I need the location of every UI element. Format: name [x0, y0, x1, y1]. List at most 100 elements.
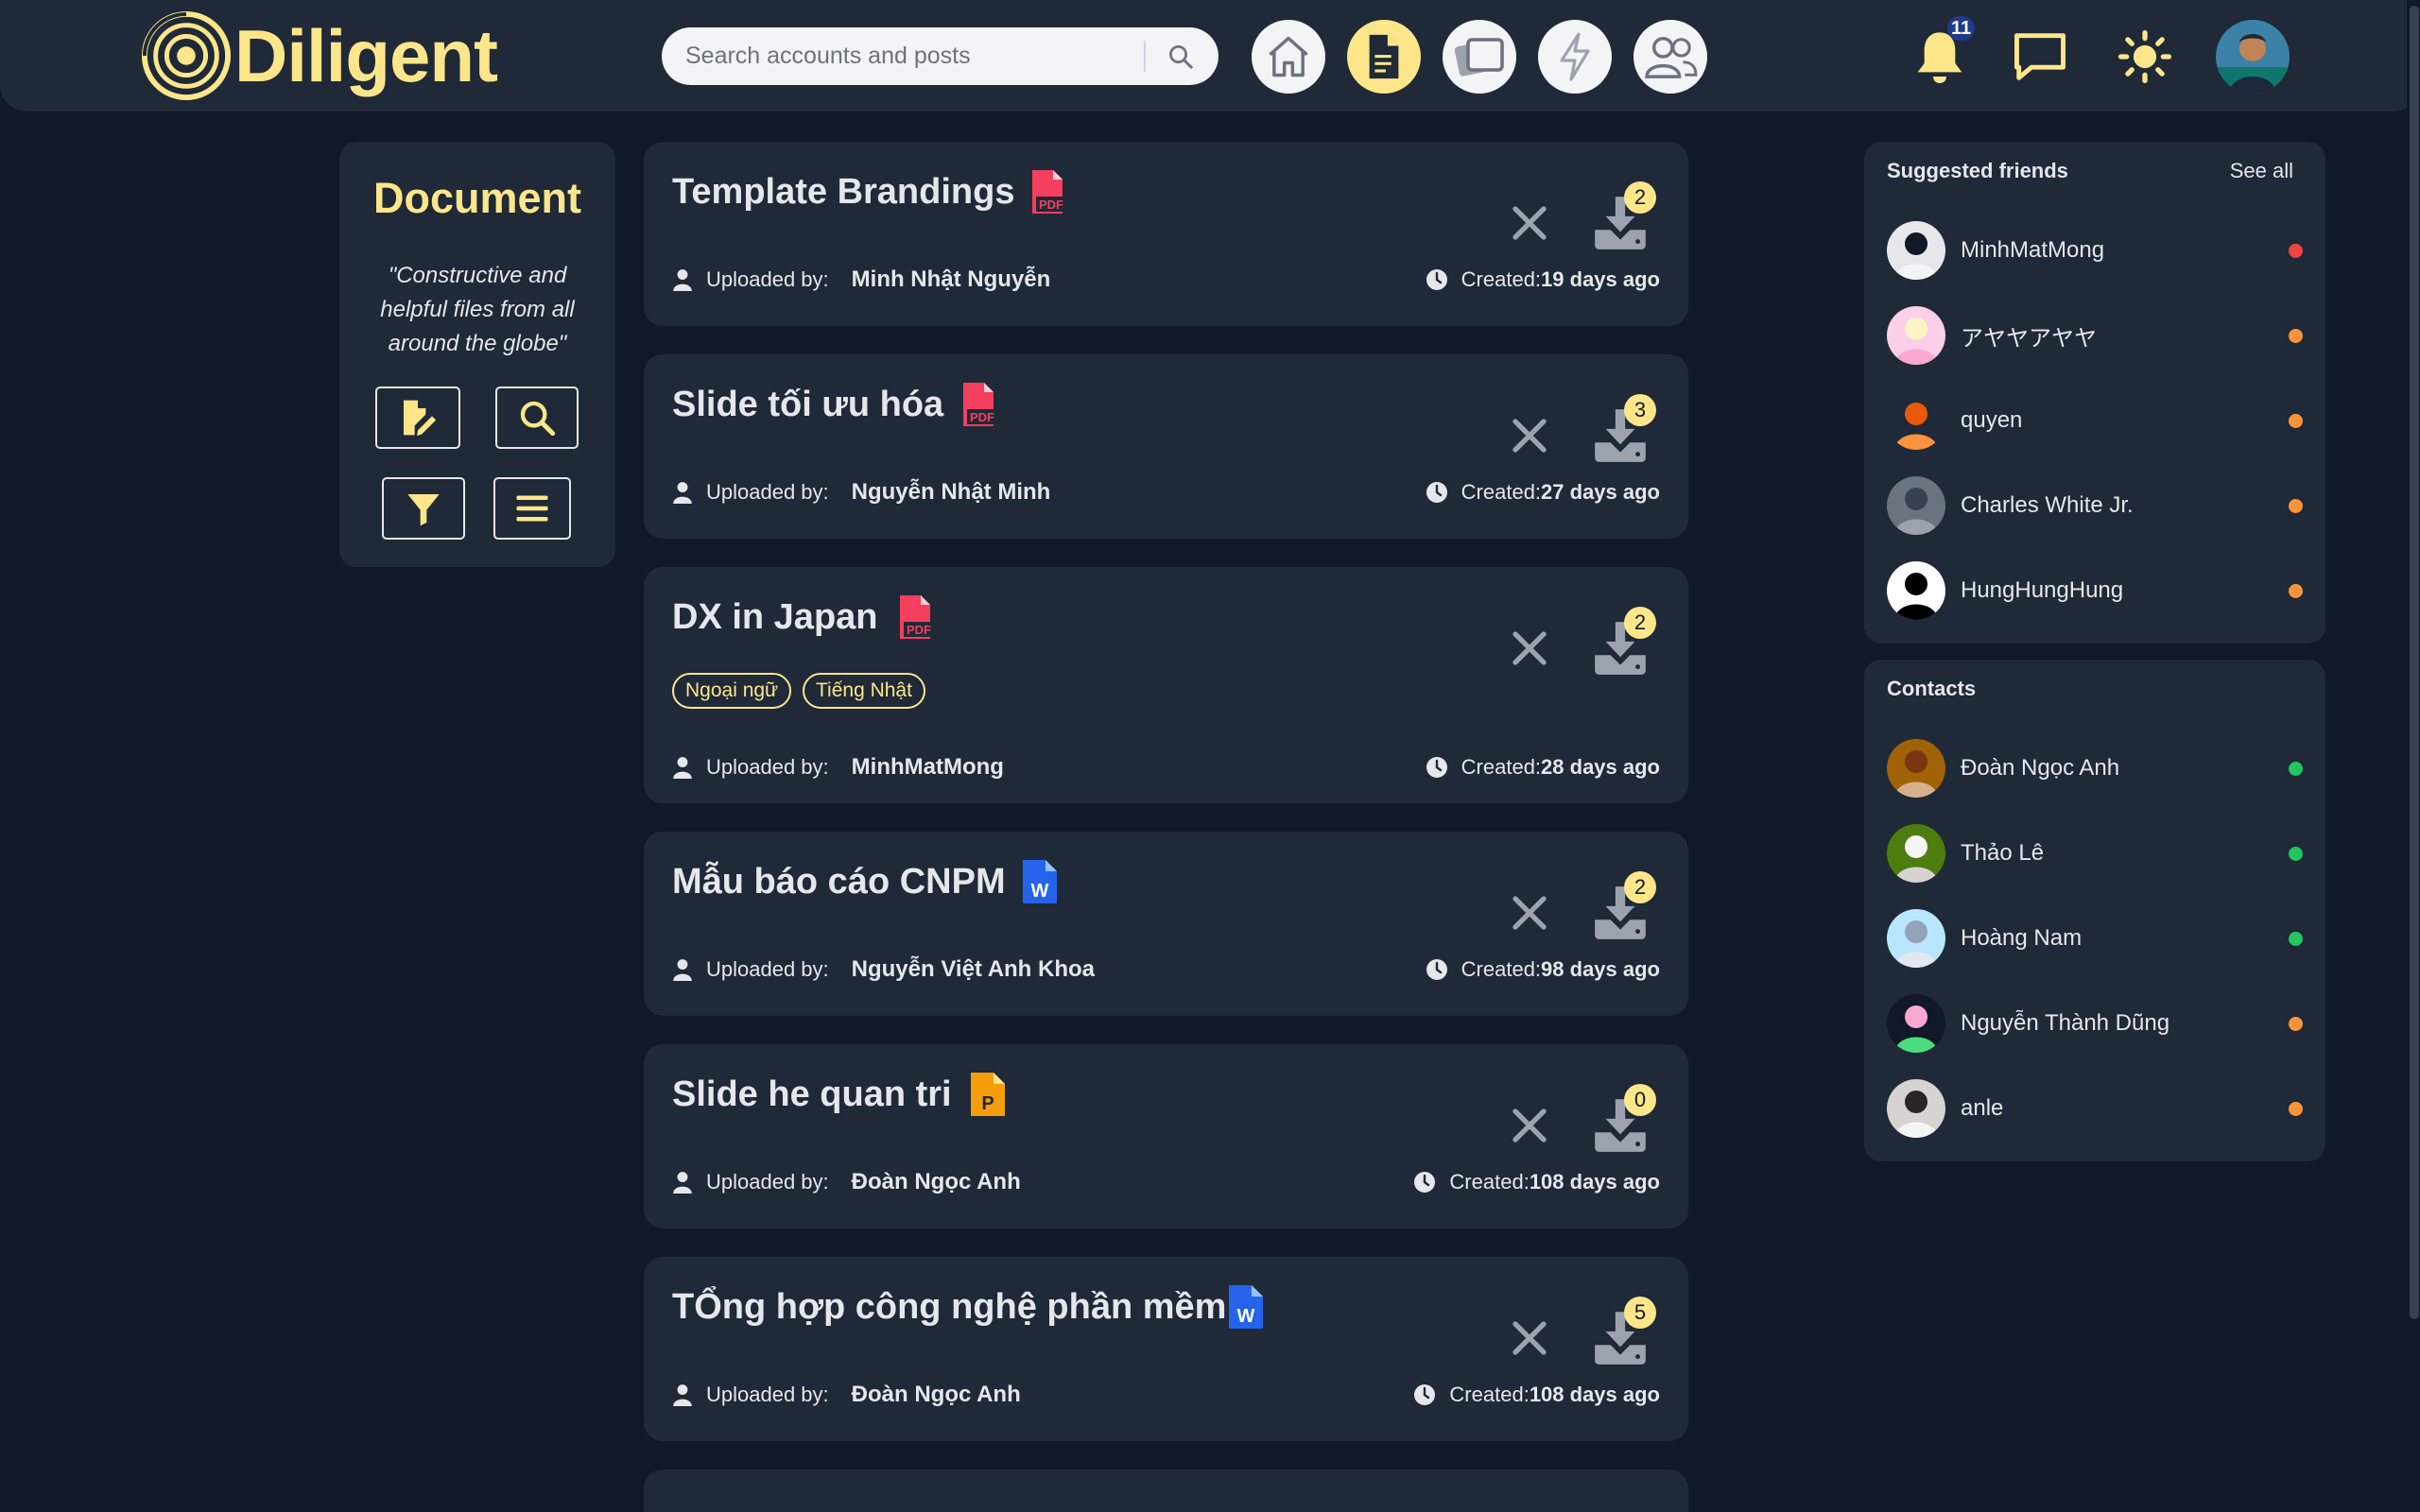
person-name[interactable]: Nguyễn Thành Dũng	[1961, 1010, 2169, 1037]
person-row[interactable]: HungHungHung	[1887, 560, 2303, 621]
svg-text:P: P	[981, 1093, 994, 1114]
uploaded-by-label: Uploaded by:	[706, 1170, 829, 1194]
nav-photos-button[interactable]	[1443, 20, 1516, 94]
user-avatar[interactable]	[2216, 20, 2290, 94]
status-dot	[2289, 328, 2303, 343]
document-tag[interactable]: Ngoại ngữ	[672, 673, 792, 709]
avatar-icon	[1887, 739, 1945, 798]
avatar[interactable]	[1887, 306, 1945, 365]
remove-document-button[interactable]	[1507, 890, 1552, 936]
person-row[interactable]: Charles White Jr.	[1887, 475, 2303, 536]
created-time: 98 days ago	[1541, 957, 1660, 981]
chat-icon	[2014, 33, 2066, 80]
created-info: Created: 108 days ago	[1413, 1167, 1660, 1197]
person-row[interactable]: Đoàn Ngọc Anh	[1887, 738, 2303, 799]
avatar[interactable]	[1887, 909, 1945, 968]
upload-document-button[interactable]	[375, 387, 460, 449]
remove-document-button[interactable]	[1507, 200, 1552, 246]
document-card[interactable]: TỔng hợp công nghệ phần mềm W 5 Uploaded by…	[644, 1257, 1688, 1441]
person-row[interactable]: Thảo Lê	[1887, 823, 2303, 884]
avatar[interactable]	[1887, 221, 1945, 280]
person-row[interactable]: アヤヤアヤヤ	[1887, 305, 2303, 366]
nav-activity-button[interactable]	[1538, 20, 1612, 94]
document-title[interactable]: Template Brandings	[672, 172, 1014, 213]
document-card[interactable]: Template Brandings PDF 2 Uploaded by: Minh N…	[644, 142, 1688, 326]
messages-button[interactable]	[2006, 23, 2074, 91]
avatar[interactable]	[1887, 994, 1945, 1053]
avatar[interactable]	[1887, 391, 1945, 450]
uploader-name[interactable]: Minh Nhật Nguyễn	[852, 266, 1051, 293]
avatar-icon	[1887, 306, 1945, 365]
person-name[interactable]: Đoàn Ngọc Anh	[1961, 755, 2119, 782]
uploader-name[interactable]: MinhMatMong	[852, 754, 1004, 781]
document-card[interactable]: Slide tối ưu hóa PDF 3 Uploaded by: Nguyễn N…	[644, 354, 1688, 539]
uploaded-by-label: Uploaded by:	[706, 267, 829, 291]
uploader-name[interactable]: Nguyễn Nhật Minh	[852, 479, 1051, 506]
file-type-badge: W	[1021, 858, 1059, 905]
nav-home-button[interactable]	[1252, 20, 1325, 94]
created-time: 19 days ago	[1541, 267, 1660, 291]
status-dot	[2289, 761, 2303, 776]
avatar[interactable]	[1887, 739, 1945, 798]
avatar[interactable]	[1887, 824, 1945, 883]
nav-friends-button[interactable]	[1634, 20, 1707, 94]
theme-toggle-button[interactable]	[2111, 23, 2179, 91]
search-button[interactable]	[1159, 39, 1202, 75]
avatar[interactable]	[1887, 1079, 1945, 1138]
person-row[interactable]: anle	[1887, 1078, 2303, 1139]
document-title[interactable]: Slide he quan tri	[672, 1074, 952, 1115]
person-name[interactable]: Thảo Lê	[1961, 840, 2044, 867]
person-name[interactable]: HungHungHung	[1961, 577, 2123, 604]
person-name[interactable]: Hoàng Nam	[1961, 925, 2082, 952]
person-row[interactable]: Hoàng Nam	[1887, 908, 2303, 969]
person-name[interactable]: MinhMatMong	[1961, 237, 2104, 264]
logo[interactable]: Diligent	[140, 8, 498, 104]
document-card[interactable]	[644, 1469, 1688, 1512]
created-label: Created:	[1461, 957, 1542, 981]
uploader-name[interactable]: Đoàn Ngọc Anh	[852, 1169, 1021, 1195]
scrollbar-thumb[interactable]	[2410, 6, 2419, 1319]
document-card[interactable]: DX in Japan PDF 2 Ngoại ngữ Tiếng Nhật Upload…	[644, 567, 1688, 803]
remove-document-button[interactable]	[1507, 413, 1552, 458]
filter-button[interactable]	[382, 477, 465, 540]
download-count-badge: 2	[1624, 181, 1656, 214]
suggested-friends-panel: Suggested friends See all MinhMatMong アヤヤ…	[1864, 142, 2325, 644]
document-title[interactable]: Mẫu báo cáo CNPM	[672, 862, 1006, 902]
photos-icon	[1454, 38, 1504, 77]
created-info: Created: 19 days ago	[1426, 265, 1660, 295]
person-name[interactable]: quyen	[1961, 407, 2022, 434]
remove-document-button[interactable]	[1507, 1315, 1552, 1361]
document-tag[interactable]: Tiếng Nhật	[803, 673, 925, 709]
download-count-badge: 2	[1624, 607, 1656, 639]
person-name[interactable]: anle	[1961, 1095, 2003, 1122]
file-type-badge: PDF	[896, 593, 934, 641]
person-row[interactable]: quyen	[1887, 390, 2303, 451]
remove-document-button[interactable]	[1507, 1103, 1552, 1148]
avatar-icon	[2216, 20, 2290, 94]
uploader-info: Uploaded by: Minh Nhật Nguyễn	[672, 265, 1050, 295]
person-row[interactable]: MinhMatMong	[1887, 220, 2303, 281]
avatar[interactable]	[1887, 476, 1945, 535]
lightning-icon	[1560, 32, 1590, 81]
avatar[interactable]	[1887, 561, 1945, 620]
person-row[interactable]: Nguyễn Thành Dũng	[1887, 993, 2303, 1054]
document-card[interactable]: Mẫu báo cáo CNPM W 2 Uploaded by: Nguyễn Việ…	[644, 832, 1688, 1016]
document-card[interactable]: Slide he quan tri P 0 Uploaded by: Đoàn Ngọc…	[644, 1044, 1688, 1228]
document-title[interactable]: Slide tối ưu hóa	[672, 385, 943, 425]
uploaded-by-label: Uploaded by:	[706, 755, 829, 779]
created-label: Created:	[1461, 480, 1542, 504]
uploader-name[interactable]: Đoàn Ngọc Anh	[852, 1382, 1021, 1408]
remove-document-button[interactable]	[1507, 626, 1552, 671]
person-name[interactable]: アヤヤアヤヤ	[1961, 319, 2097, 352]
word-file-icon: W	[1229, 1285, 1263, 1329]
document-title[interactable]: DX in Japan	[672, 597, 878, 638]
see-all-link[interactable]: See all	[2230, 159, 2293, 183]
uploader-name[interactable]: Nguyễn Việt Anh Khoa	[852, 956, 1095, 983]
document-title[interactable]: TỔng hợp công nghệ phần mềm	[672, 1287, 1226, 1328]
search-icon	[1169, 45, 1193, 69]
search-input[interactable]	[662, 27, 1134, 85]
menu-button[interactable]	[493, 477, 571, 540]
person-name[interactable]: Charles White Jr.	[1961, 492, 2134, 519]
nav-documents-button[interactable]	[1347, 20, 1421, 94]
search-documents-button[interactable]	[495, 387, 579, 449]
